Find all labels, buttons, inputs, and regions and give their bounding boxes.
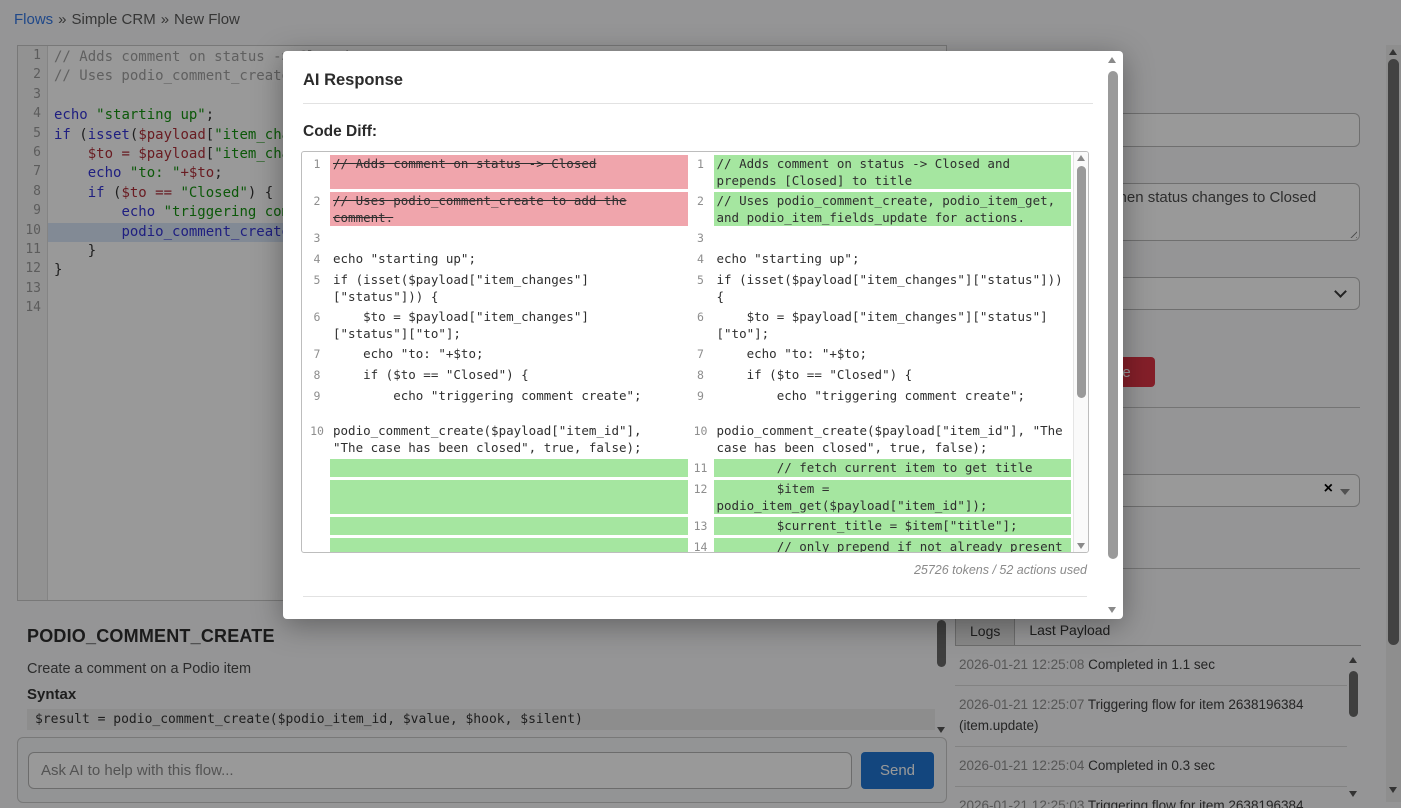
diff-old-line xyxy=(330,408,688,419)
scroll-up-arrow-icon[interactable] xyxy=(1077,155,1085,161)
diff-old-line-number xyxy=(304,480,330,514)
diff-old-line: if (isset($payload["item_changes"] ["sta… xyxy=(330,271,688,305)
diff-old-line: if ($to == "Closed") { xyxy=(330,366,688,384)
diff-old-line: echo "to: "+$to; xyxy=(330,345,688,363)
diff-new-line xyxy=(714,229,1072,247)
diff-old-line-number xyxy=(304,408,330,419)
diff-new-line: // Uses podio_comment_create, podio_item… xyxy=(714,192,1072,226)
diff-new-line: echo "starting up"; xyxy=(714,250,1072,268)
diff-old-line: // Uses podio_comment_create to add the … xyxy=(330,192,688,226)
diff-new-line-number: 12 xyxy=(688,480,714,514)
diff-new-line: $item = podio_item_get($payload["item_id… xyxy=(714,480,1072,514)
diff-old-line-number: 5 xyxy=(304,271,330,305)
diff-old-line xyxy=(330,538,688,553)
diff-old-line xyxy=(330,459,688,477)
diff-new-line: if ($to == "Closed") { xyxy=(714,366,1072,384)
scroll-down-arrow-icon[interactable] xyxy=(1108,607,1116,613)
diff-old-line-number: 7 xyxy=(304,345,330,363)
diff-new-line-number: 3 xyxy=(688,229,714,247)
diff-new-line: echo "to: "+$to; xyxy=(714,345,1072,363)
diff-old-line-number: 9 xyxy=(304,387,330,405)
modal-scrollbar-thumb[interactable] xyxy=(1108,71,1118,559)
diff-old-line-number xyxy=(304,538,330,553)
diff-new-line: podio_comment_create($payload["item_id"]… xyxy=(714,422,1072,456)
ai-response-modal: AI Response Code Diff: 1// Adds comment … xyxy=(283,51,1123,619)
diff-new-line-number xyxy=(688,408,714,419)
diff-new-line-number: 14 xyxy=(688,538,714,553)
diff-new-line-number: 6 xyxy=(688,308,714,342)
diff-new-line-number: 2 xyxy=(688,192,714,226)
code-diff-grid: 1// Adds comment on status -> Closed1// … xyxy=(302,152,1088,553)
diff-new-line-number: 11 xyxy=(688,459,714,477)
diff-new-line-number: 8 xyxy=(688,366,714,384)
diff-scrollbar-thumb[interactable] xyxy=(1077,166,1086,398)
diff-new-line-number: 13 xyxy=(688,517,714,535)
divider xyxy=(303,103,1093,104)
code-diff-viewer: 1// Adds comment on status -> Closed1// … xyxy=(301,151,1089,553)
scroll-up-arrow-icon[interactable] xyxy=(1108,57,1116,63)
diff-old-line-number: 4 xyxy=(304,250,330,268)
diff-new-line: echo "triggering comment create"; xyxy=(714,387,1072,405)
code-diff-heading: Code Diff: xyxy=(303,123,377,141)
diff-old-line-number xyxy=(304,459,330,477)
diff-old-line: echo "starting up"; xyxy=(330,250,688,268)
diff-old-line-number: 2 xyxy=(304,192,330,226)
diff-new-line-number: 10 xyxy=(688,422,714,456)
diff-new-line-number: 1 xyxy=(688,155,714,189)
diff-new-line-number: 4 xyxy=(688,250,714,268)
diff-new-line-number: 7 xyxy=(688,345,714,363)
modal-scrollbar[interactable] xyxy=(1106,55,1120,615)
diff-old-line-number: 10 xyxy=(304,422,330,456)
diff-old-line-number: 3 xyxy=(304,229,330,247)
diff-new-line xyxy=(714,408,1072,419)
diff-old-line: $to = $payload["item_changes"] ["status"… xyxy=(330,308,688,342)
diff-new-line: if (isset($payload["item_changes"]["stat… xyxy=(714,271,1072,305)
diff-old-line xyxy=(330,229,688,247)
diff-old-line-number: 8 xyxy=(304,366,330,384)
diff-old-line: podio_comment_create($payload["item_id"]… xyxy=(330,422,688,456)
diff-old-line-number: 6 xyxy=(304,308,330,342)
diff-new-line: $to = $payload["item_changes"]["status"]… xyxy=(714,308,1072,342)
diff-old-line xyxy=(330,480,688,514)
diff-scrollbar[interactable] xyxy=(1073,152,1088,552)
diff-new-line: // Adds comment on status -> Closed and … xyxy=(714,155,1072,189)
divider xyxy=(303,596,1087,597)
diff-old-line: // Adds comment on status -> Closed xyxy=(330,155,688,189)
token-usage-note: 25726 tokens / 52 actions used xyxy=(914,563,1087,577)
diff-old-line-number: 1 xyxy=(304,155,330,189)
scroll-down-arrow-icon[interactable] xyxy=(1077,543,1085,549)
diff-new-line-number: 9 xyxy=(688,387,714,405)
diff-new-line: $current_title = $item["title"]; xyxy=(714,517,1072,535)
diff-new-line-number: 5 xyxy=(688,271,714,305)
modal-title: AI Response xyxy=(303,71,403,90)
diff-old-line: echo "triggering comment create"; xyxy=(330,387,688,405)
diff-new-line: // fetch current item to get title xyxy=(714,459,1072,477)
diff-old-line xyxy=(330,517,688,535)
diff-new-line: // only prepend if not already present xyxy=(714,538,1072,553)
diff-old-line-number xyxy=(304,517,330,535)
